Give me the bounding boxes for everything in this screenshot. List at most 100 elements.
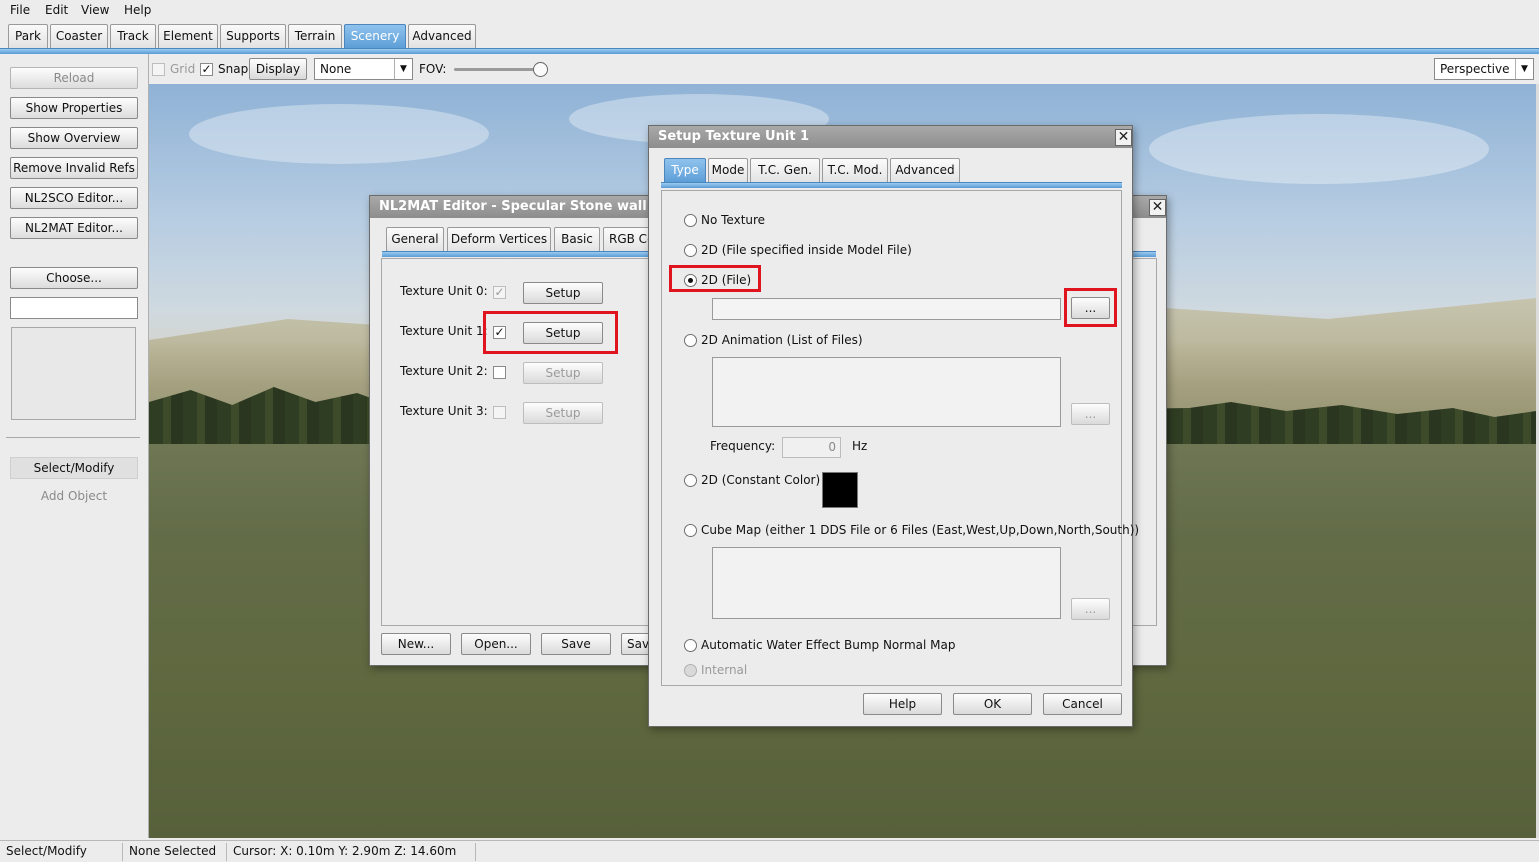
remove-invalid-refs-button[interactable]: Remove Invalid Refs xyxy=(10,157,138,179)
cloud xyxy=(189,104,489,164)
grid-label: Grid xyxy=(170,62,196,76)
file-in-model-radio[interactable] xyxy=(684,244,697,257)
constant-color-radio[interactable] xyxy=(684,474,697,487)
tab-underline xyxy=(661,182,1122,188)
tab-basic[interactable]: Basic xyxy=(554,227,600,251)
display-mode-select[interactable]: None ▼ xyxy=(314,58,413,80)
texture-unit-2-label: Texture Unit 2: xyxy=(400,364,488,378)
tab-scenery[interactable]: Scenery xyxy=(344,24,406,48)
texture-unit-2-checkbox[interactable] xyxy=(493,366,506,379)
frequency-unit: Hz xyxy=(852,439,868,453)
texture-unit-0-label: Texture Unit 0: xyxy=(400,284,488,298)
animation-label: 2D Animation (List of Files) xyxy=(701,333,863,347)
cloud xyxy=(1149,114,1489,184)
highlight-box xyxy=(1064,288,1117,327)
chevron-down-icon: ▼ xyxy=(394,59,412,79)
status-selection: None Selected xyxy=(125,843,227,861)
main-tab-bar: Park Coaster Track Element Supports Terr… xyxy=(0,20,1539,50)
nl2mat-editor-button[interactable]: NL2MAT Editor... xyxy=(10,217,138,239)
tab-advanced[interactable]: Advanced xyxy=(408,24,476,48)
menu-edit[interactable]: Edit xyxy=(45,3,68,17)
frequency-input[interactable]: 0 xyxy=(782,437,841,458)
tab-advanced[interactable]: Advanced xyxy=(890,158,960,182)
help-button[interactable]: Help xyxy=(863,693,942,715)
tab-deform-vertices[interactable]: Deform Vertices xyxy=(447,227,551,251)
tab-track[interactable]: Track xyxy=(110,24,156,48)
texture-unit-3-checkbox xyxy=(493,406,506,419)
open-button[interactable]: Open... xyxy=(461,633,531,655)
frequency-label: Frequency: xyxy=(710,439,776,453)
tab-terrain[interactable]: Terrain xyxy=(288,24,342,48)
fov-label: FOV: xyxy=(419,62,447,76)
view-mode-select[interactable]: Perspective ▼ xyxy=(1434,58,1534,80)
tab-tc-mod[interactable]: T.C. Mod. xyxy=(822,158,888,182)
cube-map-file-list[interactable] xyxy=(712,547,1061,619)
type-panel: No Texture 2D (File specified inside Mod… xyxy=(661,190,1139,686)
choose-button[interactable]: Choose... xyxy=(10,267,138,289)
tab-mode[interactable]: Mode xyxy=(708,158,748,182)
setup-texture-unit-dialog: Setup Texture Unit 1 ✕ Type Mode T.C. Ge… xyxy=(648,125,1139,727)
texture-unit-3-setup-button[interactable]: Setup xyxy=(523,402,603,424)
cube-map-label: Cube Map (either 1 DDS File or 6 Files (… xyxy=(701,523,1140,537)
tab-supports[interactable]: Supports xyxy=(220,24,286,48)
add-object-tab[interactable]: Add Object xyxy=(10,489,138,503)
color-swatch[interactable] xyxy=(822,472,858,508)
snap-label: Snap xyxy=(218,62,249,76)
close-icon[interactable]: ✕ xyxy=(1149,199,1166,216)
display-button[interactable]: Display xyxy=(249,58,307,80)
highlight-box xyxy=(669,265,761,292)
tab-coaster[interactable]: Coaster xyxy=(50,24,108,48)
tab-park[interactable]: Park xyxy=(8,24,48,48)
divider xyxy=(6,437,140,438)
setup-dialog-title: Setup Texture Unit 1 xyxy=(649,126,1132,148)
chevron-down-icon: ▼ xyxy=(1515,59,1533,79)
file-in-model-label: 2D (File specified inside Model File) xyxy=(701,243,912,257)
tab-type[interactable]: Type xyxy=(664,158,706,182)
cancel-button[interactable]: Cancel xyxy=(1043,693,1122,715)
view-mode-value: Perspective xyxy=(1440,62,1510,76)
tab-tc-gen[interactable]: T.C. Gen. xyxy=(750,158,820,182)
menu-help[interactable]: Help xyxy=(124,3,151,17)
animation-file-list[interactable] xyxy=(712,357,1061,427)
status-cursor: Cursor: X: 0.10m Y: 2.90m Z: 14.60m xyxy=(229,843,476,861)
nl2sco-editor-button[interactable]: NL2SCO Editor... xyxy=(10,187,138,209)
preview-box xyxy=(11,327,136,420)
left-panel: Reload Show Properties Show Overview Rem… xyxy=(0,54,149,838)
water-bump-radio[interactable] xyxy=(684,639,697,652)
close-icon[interactable]: ✕ xyxy=(1115,129,1132,146)
show-overview-button[interactable]: Show Overview xyxy=(10,127,138,149)
texture-unit-3-label: Texture Unit 3: xyxy=(400,404,488,418)
texture-unit-0-checkbox: ✓ xyxy=(493,285,506,299)
status-bar: Select/Modify None Selected Cursor: X: 0… xyxy=(0,840,1539,862)
water-bump-label: Automatic Water Effect Bump Normal Map xyxy=(701,638,956,652)
ok-button[interactable]: OK xyxy=(953,693,1032,715)
browse-animation-button[interactable]: ... xyxy=(1071,403,1110,425)
select-modify-tab[interactable]: Select/Modify xyxy=(10,457,138,479)
snap-checkbox[interactable]: ✓ xyxy=(200,63,213,76)
reload-button[interactable]: Reload xyxy=(10,67,138,89)
menu-view[interactable]: View xyxy=(81,3,109,17)
status-mode: Select/Modify xyxy=(2,843,123,861)
fov-slider-thumb[interactable] xyxy=(533,62,548,77)
menu-file[interactable]: File xyxy=(10,3,30,17)
show-properties-button[interactable]: Show Properties xyxy=(10,97,138,119)
texture-unit-2-setup-button[interactable]: Setup xyxy=(523,362,603,384)
search-input[interactable] xyxy=(10,297,138,319)
menu-bar: File Edit View Help xyxy=(0,0,1539,20)
texture-unit-1-label: Texture Unit 1: xyxy=(400,324,488,338)
cube-map-radio[interactable] xyxy=(684,524,697,537)
grid-checkbox[interactable] xyxy=(152,63,165,76)
file-path-input[interactable] xyxy=(712,298,1061,320)
highlight-box xyxy=(483,311,618,354)
texture-unit-0-setup-button[interactable]: Setup xyxy=(523,282,603,304)
save-button[interactable]: Save xyxy=(541,633,611,655)
constant-color-label: 2D (Constant Color) xyxy=(701,473,821,487)
tab-general[interactable]: General xyxy=(386,227,444,251)
new-button[interactable]: New... xyxy=(381,633,451,655)
browse-cube-map-button[interactable]: ... xyxy=(1071,598,1110,620)
animation-radio[interactable] xyxy=(684,334,697,347)
tab-element[interactable]: Element xyxy=(158,24,218,48)
internal-label: Internal xyxy=(701,663,748,677)
no-texture-radio[interactable] xyxy=(684,214,697,227)
no-texture-label: No Texture xyxy=(701,213,766,227)
